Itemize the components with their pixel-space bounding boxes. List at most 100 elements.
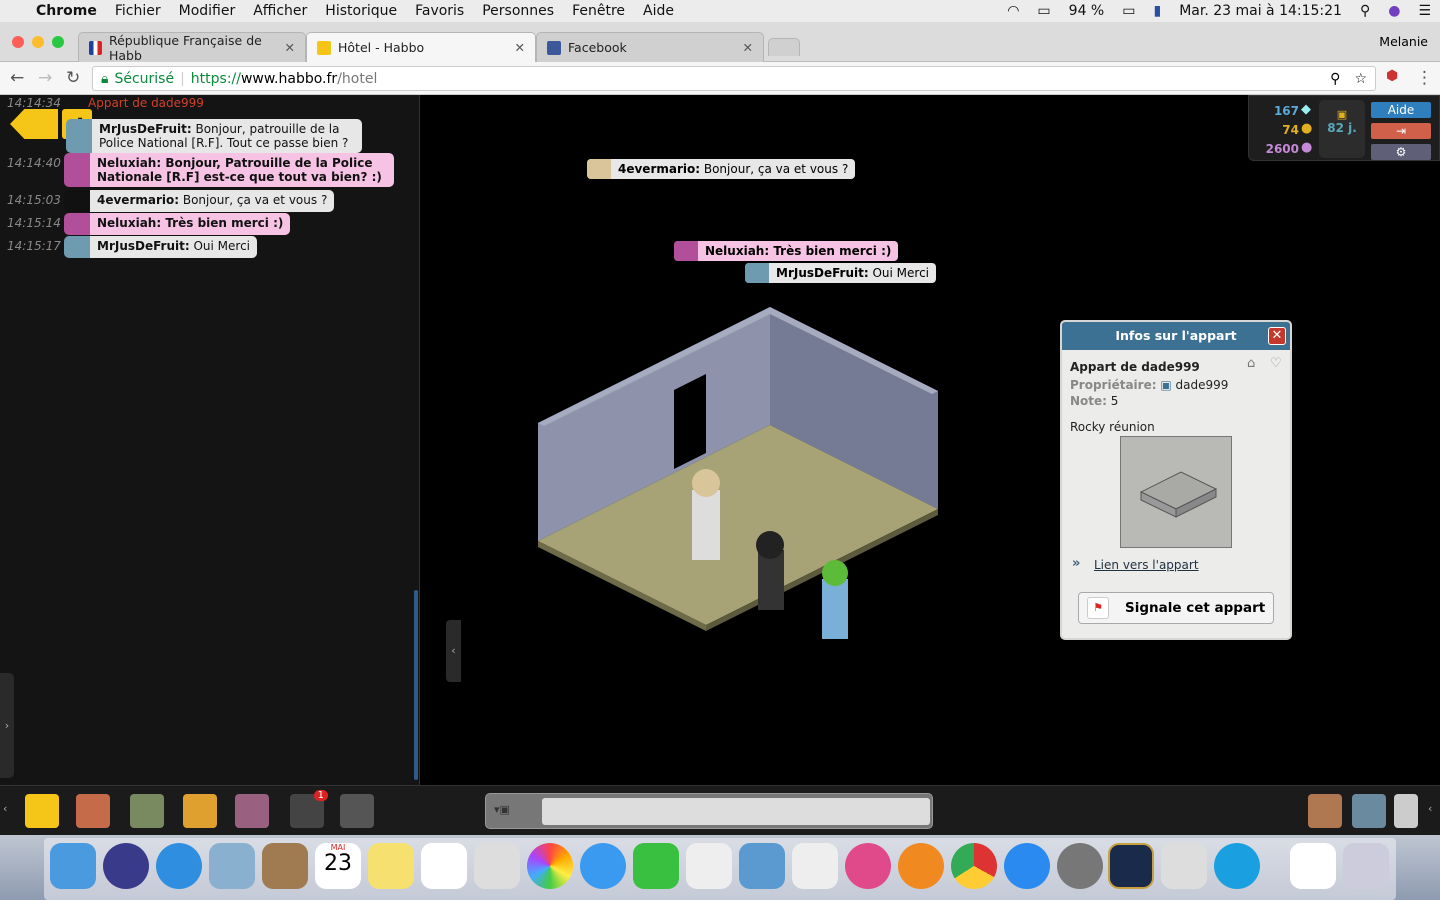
- avatar[interactable]: [66, 119, 92, 153]
- safari-icon[interactable]: [156, 843, 202, 889]
- close-window-button[interactable]: [12, 36, 24, 48]
- messages-icon[interactable]: [580, 843, 626, 889]
- system-preferences-icon[interactable]: [1057, 843, 1103, 889]
- chat-scrollbar[interactable]: [414, 590, 418, 780]
- favorite-heart-icon[interactable]: ♡: [1270, 356, 1282, 371]
- reload-icon[interactable]: ↻: [66, 68, 80, 88]
- menu-app[interactable]: Chrome: [36, 3, 97, 19]
- bookmark-star-icon[interactable]: ☆: [1354, 71, 1367, 87]
- avatar[interactable]: [64, 190, 90, 212]
- contacts-icon[interactable]: [262, 843, 308, 889]
- owner-name[interactable]: dade999: [1176, 378, 1229, 392]
- wifi-icon[interactable]: ◠: [1007, 3, 1019, 19]
- camera-icon[interactable]: [340, 794, 374, 828]
- help-button[interactable]: Aide: [1371, 102, 1431, 118]
- menu-favoris[interactable]: Favoris: [415, 3, 464, 19]
- chrome-icon[interactable]: [951, 843, 997, 889]
- ibooks-icon[interactable]: [898, 843, 944, 889]
- close-tab-icon[interactable]: ✕: [743, 40, 753, 55]
- inventory-icon[interactable]: [235, 794, 269, 828]
- avatar-menu-icon[interactable]: 1: [290, 790, 328, 828]
- preview-icon[interactable]: [474, 843, 520, 889]
- collapse-friends-icon[interactable]: ‹: [1428, 802, 1432, 815]
- calendar-icon[interactable]: MAI 23: [315, 843, 361, 889]
- avatar[interactable]: [64, 213, 90, 235]
- tab-facebook[interactable]: Facebook ✕: [536, 32, 764, 62]
- menu-fichier[interactable]: Fichier: [115, 3, 161, 19]
- room-view[interactable]: [520, 295, 960, 645]
- friends-icon[interactable]: [1308, 794, 1342, 828]
- hc-membership[interactable]: ▣ 82 j.: [1319, 100, 1365, 158]
- textedit-icon[interactable]: [686, 843, 732, 889]
- new-tab-button[interactable]: [768, 38, 800, 56]
- minimize-window-button[interactable]: [32, 36, 44, 48]
- extension-icon[interactable]: ⬢: [1386, 68, 1398, 84]
- close-tab-icon[interactable]: ✕: [515, 40, 525, 55]
- diamonds-count[interactable]: 167: [1259, 104, 1299, 118]
- search-friends-icon[interactable]: [1352, 794, 1386, 828]
- duckets-count[interactable]: 2600: [1259, 142, 1299, 156]
- reminders-icon[interactable]: [421, 843, 467, 889]
- documents-folder-icon[interactable]: [1290, 843, 1336, 889]
- back-icon[interactable]: ←: [10, 68, 24, 88]
- close-tab-icon[interactable]: ✕: [285, 40, 295, 55]
- itunes-icon[interactable]: [845, 843, 891, 889]
- shop-icon[interactable]: [130, 794, 164, 828]
- url-input[interactable]: 🔒︎ Sécurisé | https://www.habbo.fr/hotel…: [92, 66, 1376, 91]
- finder-icon[interactable]: [50, 843, 96, 889]
- chrome-menu-icon[interactable]: ⋮: [1416, 68, 1433, 88]
- numbers-icon[interactable]: [792, 843, 838, 889]
- habbo-game[interactable]: 14:14:34Appart de dade999 ⤢ MrJusDeFruit…: [0, 95, 1440, 785]
- profile-name[interactable]: Melanie: [1379, 34, 1428, 49]
- facetime-icon[interactable]: [633, 843, 679, 889]
- room-link[interactable]: Lien vers l'appart: [1094, 558, 1199, 572]
- credits-count[interactable]: 74: [1259, 123, 1299, 137]
- expand-panel-button[interactable]: ›: [0, 673, 14, 778]
- avatar[interactable]: [64, 236, 90, 258]
- builders-club-icon[interactable]: [183, 794, 217, 828]
- home-icon[interactable]: ⌂: [1247, 356, 1255, 371]
- report-room-button[interactable]: ⚑ Signale cet appart: [1078, 592, 1274, 624]
- chat-input[interactable]: [542, 798, 930, 825]
- navigator-icon[interactable]: [76, 794, 110, 828]
- forward-icon[interactable]: →: [38, 68, 52, 88]
- pin-icon[interactable]: ⚲: [1330, 71, 1340, 87]
- logout-button[interactable]: ⇥: [1371, 123, 1431, 139]
- clock[interactable]: Mar. 23 mai à 14:15:21: [1179, 3, 1342, 19]
- close-icon[interactable]: ✕: [1268, 327, 1286, 345]
- trash-icon[interactable]: [1343, 843, 1389, 889]
- hotel-view-icon[interactable]: [25, 794, 59, 828]
- zoom-window-button[interactable]: [52, 36, 64, 48]
- collapse-chat-button[interactable]: ‹: [446, 620, 461, 682]
- battery-percent[interactable]: 94 %: [1069, 3, 1105, 19]
- menu-fenetre[interactable]: Fenêtre: [572, 3, 625, 19]
- keynote-icon[interactable]: [739, 843, 785, 889]
- avatar[interactable]: [64, 153, 90, 187]
- airplay-icon[interactable]: ▭: [1037, 3, 1050, 19]
- menu-aide[interactable]: Aide: [643, 3, 674, 19]
- mail-icon[interactable]: [209, 843, 255, 889]
- chat-style-dropdown-icon[interactable]: ▾▣: [494, 803, 510, 816]
- notification-center-icon[interactable]: ☰: [1418, 3, 1431, 19]
- skype-icon[interactable]: [1214, 843, 1260, 889]
- notes-icon[interactable]: [368, 843, 414, 889]
- menu-modifier[interactable]: Modifier: [179, 3, 236, 19]
- messenger-icon[interactable]: [1394, 794, 1418, 828]
- habbo-back-button[interactable]: [10, 109, 58, 139]
- app-store-icon[interactable]: [1004, 843, 1050, 889]
- menu-historique[interactable]: Historique: [325, 3, 397, 19]
- collapse-toolbar-icon[interactable]: ‹: [3, 802, 7, 815]
- photos-icon[interactable]: [527, 843, 573, 889]
- siri-icon[interactable]: ●: [1388, 3, 1400, 19]
- siri-icon[interactable]: [103, 843, 149, 889]
- utility-icon[interactable]: [1161, 843, 1207, 889]
- flag-icon[interactable]: ▮: [1153, 3, 1161, 19]
- league-of-legends-icon[interactable]: [1108, 843, 1154, 889]
- spotlight-icon[interactable]: ⚲: [1360, 3, 1370, 19]
- settings-button[interactable]: ⚙: [1371, 144, 1431, 160]
- tab-habbo[interactable]: Hôtel - Habbo ✕: [306, 32, 536, 62]
- tab-republique[interactable]: République Française de Habb ✕: [78, 32, 306, 63]
- menu-personnes[interactable]: Personnes: [482, 3, 554, 19]
- room-entry-label[interactable]: Appart de dade999: [64, 96, 204, 110]
- menu-afficher[interactable]: Afficher: [253, 3, 307, 19]
